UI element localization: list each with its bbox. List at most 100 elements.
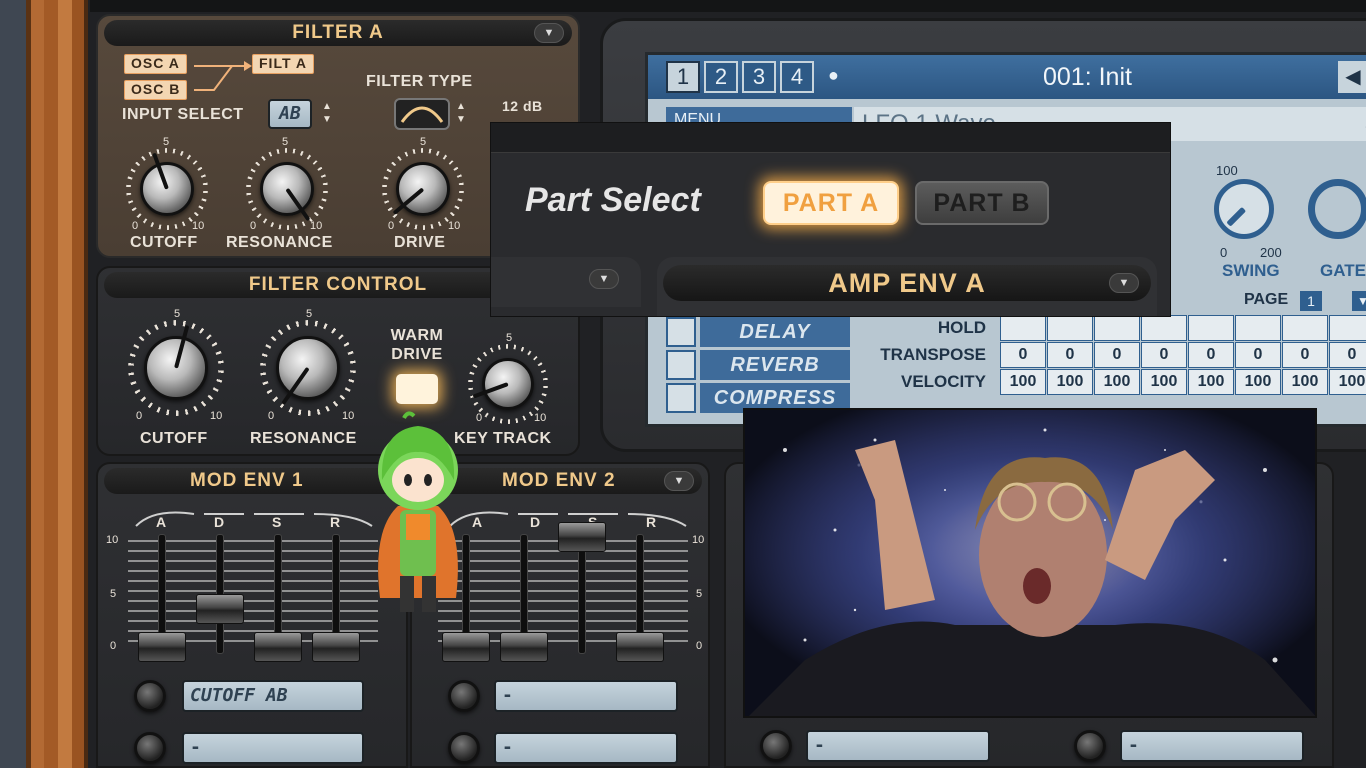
page-tab-4[interactable]: 4 xyxy=(780,61,814,93)
env-slider-s-handle[interactable] xyxy=(254,632,302,662)
seq-cell[interactable]: 100 xyxy=(1094,369,1140,395)
seq-cell[interactable] xyxy=(1141,315,1187,341)
mod-env-2-destination-2[interactable]: - xyxy=(494,732,678,764)
knob-tick-mid: 5 xyxy=(163,136,170,148)
scale-5: 5 xyxy=(696,588,703,600)
seq-cell[interactable]: 0 xyxy=(1141,342,1187,368)
env-slider-r-handle[interactable] xyxy=(616,632,664,662)
osc-a-source[interactable]: OSC A xyxy=(124,54,187,74)
amp-env-a-menu-button[interactable]: ▼ xyxy=(1109,273,1139,293)
warm-drive-toggle[interactable] xyxy=(396,374,438,404)
filter-control-cutoff-label: CUTOFF xyxy=(140,430,208,447)
synth-plugin-window: FILTER A ▼ OSC A OSC B FILT A INPUT SELE… xyxy=(0,0,1366,768)
seq-cell[interactable] xyxy=(1235,315,1281,341)
page-dropdown-icon[interactable]: ▼ xyxy=(1352,291,1366,311)
seq-cell[interactable] xyxy=(1188,315,1234,341)
adjacent-panel-menu-button[interactable]: ▼ xyxy=(589,269,619,289)
filter-a-drive-knob[interactable] xyxy=(382,148,464,230)
fx-delay-button[interactable]: DELAY xyxy=(700,317,850,347)
knob-tick-max: 10 xyxy=(342,410,355,422)
seq-cell[interactable] xyxy=(1329,315,1366,341)
input-select-stepper[interactable]: ▲ ▼ xyxy=(322,100,332,126)
knob-tick-min: 0 xyxy=(388,220,395,232)
seq-cell[interactable]: 0 xyxy=(1047,342,1093,368)
filter-a-resonance-knob[interactable] xyxy=(246,148,328,230)
seq-cell[interactable]: 100 xyxy=(1329,369,1366,395)
knob-tick-min: 0 xyxy=(476,412,483,424)
filter-control-cutoff-knob[interactable] xyxy=(128,320,224,416)
previous-patch-button[interactable]: ◀ xyxy=(1338,61,1366,93)
sustain-label: S xyxy=(272,514,282,530)
filter-a-resonance-label: RESONANCE xyxy=(226,234,333,251)
seq-cell[interactable]: 100 xyxy=(1141,369,1187,395)
filter-type-selector[interactable] xyxy=(394,98,450,130)
page-tab-2[interactable]: 2 xyxy=(704,61,738,93)
seq-cell[interactable]: 100 xyxy=(1235,369,1281,395)
swing-knob[interactable] xyxy=(1214,179,1274,239)
mod-env-2-amount-knob[interactable] xyxy=(446,678,482,714)
mod-env-1-amount-knob-2[interactable] xyxy=(132,730,168,766)
seq-cell[interactable] xyxy=(1094,315,1140,341)
seq-cell[interactable]: 100 xyxy=(1000,369,1046,395)
gate-knob[interactable] xyxy=(1308,179,1366,239)
lfo-destination-2[interactable]: - xyxy=(1120,730,1304,762)
fx-enable-checkbox[interactable] xyxy=(666,383,696,413)
env-slider-r-handle[interactable] xyxy=(312,632,360,662)
amp-env-a-panel: AMP ENV A ▼ xyxy=(657,257,1157,316)
lfo-destination-1[interactable]: - xyxy=(806,730,990,762)
lfo-amount-knob-2[interactable] xyxy=(1072,728,1108,764)
mod-env-2-destination[interactable]: - xyxy=(494,680,678,712)
seq-cell[interactable]: 0 xyxy=(1094,342,1140,368)
fx-enable-checkbox[interactable] xyxy=(666,350,696,380)
input-select-label: INPUT SELECT xyxy=(122,106,244,123)
seq-cell[interactable]: 0 xyxy=(1235,342,1281,368)
mod-env-1-destination[interactable]: CUTOFF AB xyxy=(182,680,364,712)
knob-tick-mid: 5 xyxy=(282,136,289,148)
seq-cell[interactable]: 100 xyxy=(1047,369,1093,395)
part-a-button[interactable]: PART A xyxy=(763,181,899,225)
seq-cell[interactable]: 100 xyxy=(1188,369,1234,395)
filter-a-cutoff-knob[interactable] xyxy=(126,148,208,230)
mod-env-1-destination-2[interactable]: - xyxy=(182,732,364,764)
env-slider-s-handle[interactable] xyxy=(558,522,606,552)
seq-cell[interactable] xyxy=(1282,315,1328,341)
seq-row-label: HOLD xyxy=(937,318,986,337)
seq-row-label: VELOCITY xyxy=(900,372,986,391)
mod-env-2-menu-button[interactable]: ▼ xyxy=(664,471,694,491)
filter-a-menu-button[interactable]: ▼ xyxy=(534,23,564,43)
env-slider-d-handle[interactable] xyxy=(500,632,548,662)
fx-enable-checkbox[interactable] xyxy=(666,317,696,347)
mod-env-1-amount-knob[interactable] xyxy=(132,678,168,714)
filter-a-title: FILTER A xyxy=(104,20,572,46)
amp-env-a-title: AMP ENV A xyxy=(663,265,1151,301)
page-tab-3[interactable]: 3 xyxy=(742,61,776,93)
knob-tick-mid: 5 xyxy=(174,308,181,320)
part-b-button[interactable]: PART B xyxy=(915,181,1049,225)
page-tab-1[interactable]: 1 xyxy=(666,61,700,93)
mod-env-2-amount-knob-2[interactable] xyxy=(446,730,482,766)
page-number[interactable]: 1 xyxy=(1300,291,1322,311)
lfo-amount-knob[interactable] xyxy=(758,728,794,764)
seq-cell[interactable]: 0 xyxy=(1000,342,1046,368)
knob-tick-min: 0 xyxy=(268,410,275,422)
bullet-icon: ● xyxy=(828,65,839,85)
cosmic-person-illustration xyxy=(745,410,1315,716)
seq-cell[interactable]: 0 xyxy=(1282,342,1328,368)
patch-name[interactable]: 001: Init xyxy=(1043,63,1132,92)
overlay-top-strip xyxy=(491,123,1170,153)
seq-cell[interactable]: 0 xyxy=(1329,342,1366,368)
env-slider-a-handle[interactable] xyxy=(138,632,186,662)
filter-type-stepper[interactable]: ▲ ▼ xyxy=(456,100,466,126)
env-slider-d-handle[interactable] xyxy=(196,593,244,624)
seq-cell[interactable] xyxy=(1047,315,1093,341)
seq-cell[interactable] xyxy=(1000,315,1046,341)
seq-row-label: TRANSPOSE xyxy=(880,345,986,364)
seq-cell[interactable]: 100 xyxy=(1282,369,1328,395)
env-slider-a-handle[interactable] xyxy=(442,632,490,662)
input-select-display[interactable]: AB xyxy=(268,99,312,129)
filter-control-resonance-knob[interactable] xyxy=(260,320,356,416)
osc-b-source[interactable]: OSC B xyxy=(124,80,188,100)
seq-cell[interactable]: 0 xyxy=(1188,342,1234,368)
fx-reverb-button[interactable]: REVERB xyxy=(700,350,850,380)
knob-tick-mid: 5 xyxy=(506,332,513,344)
